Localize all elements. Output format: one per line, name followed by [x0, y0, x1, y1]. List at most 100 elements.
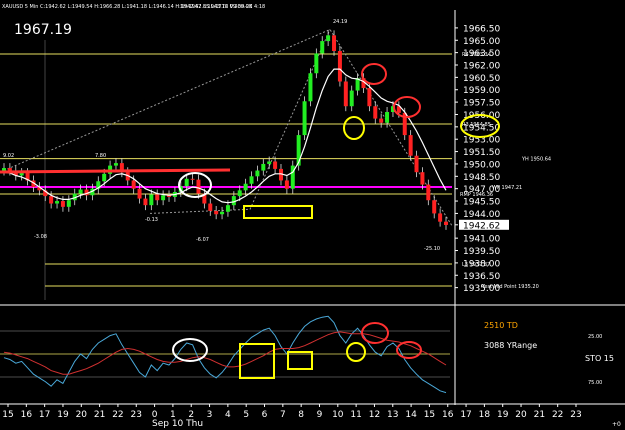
- price-tick-label: 1962.00: [463, 62, 500, 72]
- candle-body: [408, 135, 413, 156]
- price-tick-label: 1957.50: [463, 99, 500, 109]
- candle-body: [261, 163, 266, 171]
- candle-body: [284, 180, 289, 189]
- time-axis-far-right-label: +0: [612, 421, 621, 428]
- price-tick-label: 1938.00: [463, 259, 500, 269]
- time-tick-label: 17: [39, 410, 50, 420]
- time-tick-label: 14: [405, 410, 417, 420]
- candle-body: [414, 155, 419, 173]
- candle-body: [155, 194, 160, 201]
- candle-body: [320, 41, 325, 54]
- indicator-label-yrange: 3088 YRange: [484, 341, 537, 350]
- candle-body: [379, 118, 384, 123]
- chart-root: XAUUSD 5 Min C:1942.62 L:1949.54 H:1966.…: [0, 0, 625, 430]
- candle-body: [432, 200, 437, 214]
- time-tick-label: 19: [497, 410, 509, 420]
- time-tick-label: 17: [460, 410, 471, 420]
- annotation-low-3: -6.07: [196, 237, 209, 243]
- time-tick-label: 22: [552, 410, 563, 420]
- time-tick-label: 6: [262, 410, 268, 420]
- candle-body: [426, 184, 431, 201]
- time-tick-label: 9: [317, 410, 323, 420]
- candle-body: [196, 179, 201, 194]
- candle-body: [367, 88, 372, 107]
- time-tick-label: 18: [479, 410, 491, 420]
- price-tick-label: 1950.00: [463, 160, 500, 170]
- candle-body: [444, 221, 448, 225]
- candle-body: [420, 172, 425, 185]
- price-tick-label: 1951.50: [463, 148, 500, 158]
- time-tick-label: 15: [424, 410, 435, 420]
- candle-body: [2, 168, 6, 171]
- candle-body: [214, 210, 219, 215]
- price-tick-label: 1936.50: [463, 272, 500, 282]
- time-tick-label: 21: [534, 410, 545, 420]
- time-tick-label: 10: [332, 410, 344, 420]
- annotation-low-4: -25.10: [424, 246, 440, 252]
- candle-body: [273, 161, 278, 169]
- price-tick-label: 1935.00: [463, 284, 500, 294]
- indicator-level-25: 25.00: [588, 334, 602, 340]
- candle-body: [66, 200, 71, 207]
- time-tick-label: 19: [57, 410, 69, 420]
- time-tick-label: 11: [350, 410, 361, 420]
- time-tick-label: 23: [131, 410, 142, 420]
- candle-body: [78, 189, 83, 194]
- highlight-red-resistance-line: [0, 168, 231, 174]
- price-tick-label: 1965.00: [463, 37, 500, 47]
- candle-body: [184, 178, 189, 187]
- candle-body: [237, 190, 242, 197]
- candle-body: [343, 81, 348, 107]
- time-tick-label: 13: [387, 410, 398, 420]
- candle-body: [149, 194, 154, 206]
- annotation-left-value: 9.02: [3, 153, 14, 159]
- candle-body: [243, 183, 248, 191]
- candle-body: [60, 201, 65, 207]
- indicator-level-75: 75.00: [588, 380, 602, 386]
- price-tick-label: 1959.00: [463, 86, 500, 96]
- price-tick-label: 1960.50: [463, 74, 500, 84]
- candle-body: [255, 170, 260, 177]
- time-tick-label: 20: [76, 410, 88, 420]
- candle-body: [349, 90, 354, 107]
- price-tick-label: 1948.50: [463, 173, 500, 183]
- annotation-low-1: -3.08: [34, 234, 47, 240]
- time-tick-label: 16: [21, 410, 33, 420]
- last-price-label: 1942.62: [463, 221, 500, 231]
- candle-body: [314, 53, 319, 74]
- candle-body: [302, 101, 307, 136]
- candle-body: [438, 213, 443, 222]
- current-price-label: 1967.19: [14, 22, 72, 38]
- candle-body: [113, 163, 118, 166]
- price-tick-label: 1944.00: [463, 210, 500, 220]
- candle-body: [326, 35, 331, 42]
- time-tick-label: 8: [298, 410, 304, 420]
- candle-body: [208, 203, 213, 211]
- candle-body: [49, 196, 54, 204]
- time-tick-label: 20: [515, 410, 527, 420]
- candle-body: [373, 106, 378, 119]
- time-tick-label: 21: [94, 410, 105, 420]
- time-axis-date-label: Sep 10 Thu: [152, 419, 203, 429]
- time-tick-label: 22: [112, 410, 123, 420]
- candle-body: [249, 176, 254, 184]
- price-tick-label: 1963.50: [463, 49, 500, 59]
- time-tick-label: 12: [369, 410, 380, 420]
- candle-body: [385, 112, 390, 123]
- candle-body: [161, 195, 166, 201]
- time-tick-label: 5: [243, 410, 249, 420]
- candle-body: [308, 73, 313, 102]
- time-tick-label: 4: [225, 410, 231, 420]
- time-tick-label: 3: [207, 410, 213, 420]
- candle-body: [102, 173, 107, 182]
- price-tick-label: 1947.00: [463, 185, 500, 195]
- annotation-low-2: -0.13: [145, 217, 158, 223]
- candle-body: [267, 161, 272, 164]
- annotation-peak: 24.19: [333, 19, 347, 25]
- candle-body: [190, 178, 195, 180]
- candle-body: [143, 198, 148, 206]
- candle-body: [332, 35, 337, 51]
- header-text-2: 1H:1947.85 L:1776 09-09-23 4:18: [180, 4, 265, 10]
- indicator-label-sto: STO 15: [585, 354, 614, 363]
- price-tick-label: 1945.50: [463, 198, 500, 208]
